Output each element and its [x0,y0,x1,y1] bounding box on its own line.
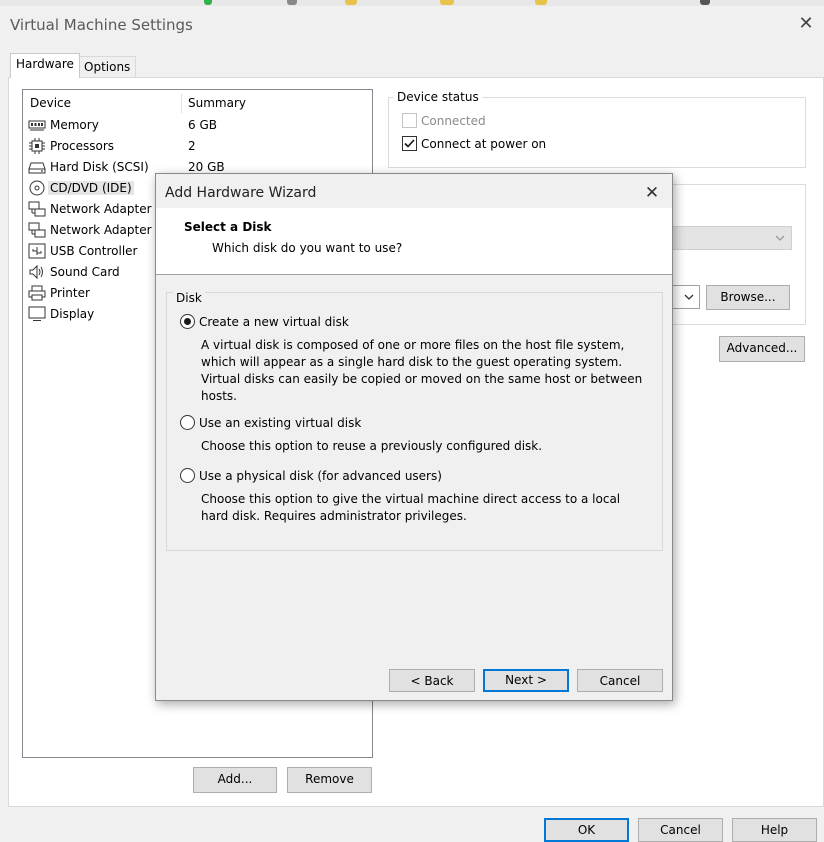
wizard-header: Select a Disk Which disk do you want to … [156,208,672,275]
wizard-heading: Select a Disk [184,220,272,234]
tab-options[interactable]: Options [78,56,137,78]
processor-icon [29,138,45,154]
column-header-summary[interactable]: Summary [188,96,246,110]
device-select-dropdown [670,226,792,250]
connected-label: Connected [421,114,486,128]
device-name: Hard Disk (SCSI) [50,160,149,174]
device-summary: 6 GB [188,118,217,132]
tab-hardware[interactable]: Hardware [10,53,80,78]
next-button[interactable]: Next > [483,669,569,692]
speaker-icon [29,264,43,280]
existing-disk-radio[interactable] [180,415,195,430]
device-name: CD/DVD (IDE) [48,181,134,195]
chevron-down-icon [775,235,785,241]
help-button[interactable]: Help [732,818,817,842]
cd-dvd-icon [29,180,45,196]
close-icon[interactable]: ✕ [794,12,818,36]
ok-button[interactable]: OK [544,818,629,842]
chevron-down-icon [684,294,694,300]
create-new-disk-radio[interactable] [180,314,195,329]
device-name: Network Adapter 2 [50,223,163,237]
cancel-button[interactable]: Cancel [638,818,723,842]
wizard-cancel-button[interactable]: Cancel [577,669,663,692]
create-new-disk-label[interactable]: Create a new virtual disk [199,315,349,329]
connected-checkbox[interactable] [402,113,417,128]
device-name: Processors [50,139,115,153]
device-name: Printer [50,286,90,300]
physical-disk-label[interactable]: Use a physical disk (for advanced users) [199,469,442,483]
remove-device-button[interactable]: Remove [287,767,372,793]
connect-at-power-on-label: Connect at power on [421,137,547,151]
wizard-subheading: Which disk do you want to use? [212,241,403,255]
add-hardware-wizard-dialog: Add Hardware Wizard ✕ Select a Disk Whic… [155,173,673,701]
device-summary: 20 GB [188,160,225,174]
connect-at-power-on-checkbox[interactable] [402,136,417,151]
usb-icon [28,243,46,259]
device-status-group [388,97,806,168]
advanced-button[interactable]: Advanced... [719,336,805,362]
existing-disk-description: Choose this option to reuse a previously… [201,439,543,453]
browse-button[interactable]: Browse... [706,285,790,310]
checkmark-icon [404,139,415,148]
network-adapter-icon [28,201,46,217]
window-title: Virtual Machine Settings [10,16,193,34]
existing-disk-label[interactable]: Use an existing virtual disk [199,416,361,430]
device-name: USB Controller [50,244,138,258]
add-device-button[interactable]: Add... [193,767,277,793]
column-header-device[interactable]: Device [30,96,71,110]
printer-icon [28,285,46,301]
network-adapter-icon [28,222,46,238]
back-button[interactable]: < Back [389,669,475,692]
disk-group-label: Disk [173,291,205,305]
device-summary: 2 [188,139,196,153]
device-name: Display [50,307,95,321]
image-file-dropdown[interactable] [672,285,700,309]
device-row-memory[interactable]: Memory 6 GB [25,115,370,136]
column-separator [181,94,182,113]
background-app-strip [0,0,824,6]
device-name: Memory [50,118,99,132]
physical-disk-radio[interactable] [180,468,195,483]
device-row-processors[interactable]: Processors 2 [25,136,370,157]
close-icon[interactable]: ✕ [638,180,666,206]
wizard-title: Add Hardware Wizard [165,185,317,201]
hard-disk-icon [28,162,46,174]
physical-disk-description: Choose this option to give the virtual m… [201,492,621,523]
device-name: Sound Card [50,265,120,279]
monitor-icon [28,306,46,321]
memory-icon [28,120,46,131]
device-name: Network Adapter [50,202,152,216]
create-new-disk-description: A virtual disk is composed of one or mor… [201,338,643,403]
device-status-label: Device status [394,90,482,104]
